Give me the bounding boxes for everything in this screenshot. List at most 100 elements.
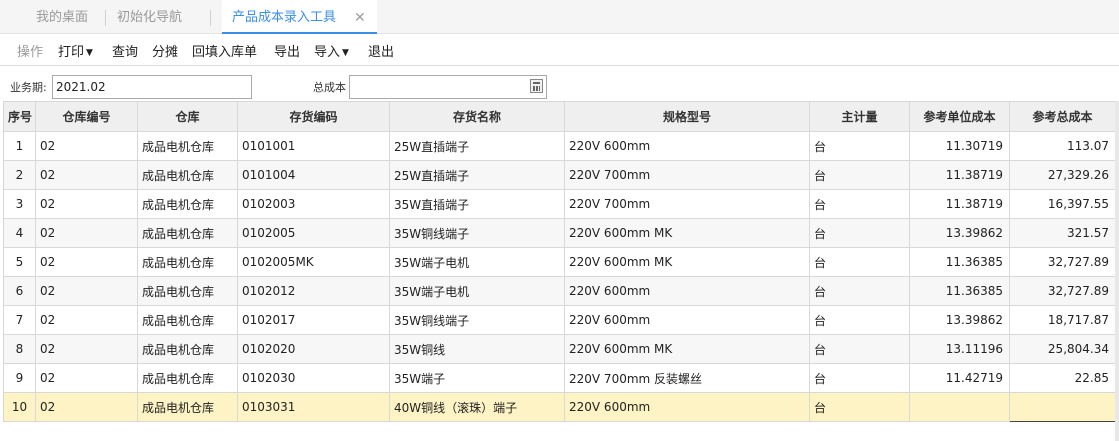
- col-header-unit[interactable]: 主计量: [809, 101, 910, 132]
- cell-total-cost[interactable]: 321.57: [1009, 218, 1116, 248]
- vertical-scrollbar[interactable]: [1115, 101, 1119, 441]
- col-header-spec[interactable]: 规格型号: [564, 101, 810, 132]
- cell-unit-cost[interactable]: 13.11196: [909, 334, 1010, 364]
- cell-warehouse-no: 02: [35, 334, 138, 364]
- cell-warehouse-no: 02: [35, 276, 138, 306]
- allocate-button[interactable]: 分摊: [152, 41, 178, 60]
- operate-button: 操作: [17, 45, 44, 60]
- tab-cost-entry-tool[interactable]: 产品成本录入工具 ✕: [222, 0, 377, 36]
- close-icon[interactable]: ✕: [354, 0, 366, 36]
- cell-total-cost[interactable]: 18,717.87: [1009, 305, 1116, 335]
- cell-warehouse-no: 02: [35, 189, 138, 219]
- table-row[interactable]: 4 02 成品电机仓库 0102005 35W铜线端子 220V 600mm M…: [3, 218, 1116, 248]
- cell-seq: 9: [3, 363, 36, 393]
- col-header-total-cost[interactable]: 参考总成本: [1009, 101, 1116, 132]
- cell-item-name: 35W铜线端子: [389, 218, 565, 248]
- table-row-selected[interactable]: 10 02 成品电机仓库 0103031 40W铜线（滚珠）端子 220V 60…: [3, 392, 1116, 422]
- table-row[interactable]: 3 02 成品电机仓库 0102003 35W直插端子 220V 700mm 台…: [3, 189, 1116, 219]
- table-row[interactable]: 6 02 成品电机仓库 0102012 35W端子电机 220V 600mm 台…: [3, 276, 1116, 306]
- calculator-icon[interactable]: [530, 79, 543, 93]
- cell-seq: 6: [3, 276, 36, 306]
- period-input[interactable]: [52, 75, 252, 99]
- cell-unit: 台: [809, 392, 910, 422]
- cell-total-cost[interactable]: 27,329.26: [1009, 160, 1116, 190]
- tab-divider: [105, 10, 106, 26]
- cell-unit-cost[interactable]: 11.38719: [909, 160, 1010, 190]
- query-button[interactable]: 查询: [112, 41, 138, 60]
- chevron-down-icon: ▼: [342, 48, 349, 58]
- exit-button[interactable]: 退出: [368, 41, 394, 60]
- cell-warehouse-no: 02: [35, 363, 138, 393]
- cell-unit: 台: [809, 189, 910, 219]
- table-row[interactable]: 1 02 成品电机仓库 0101001 25W直插端子 220V 600mm 台…: [3, 131, 1116, 161]
- cell-warehouse: 成品电机仓库: [137, 247, 238, 277]
- cell-item-code: 0102020: [237, 334, 390, 364]
- col-header-warehouse[interactable]: 仓库: [137, 101, 238, 132]
- tab-my-desktop[interactable]: 我的桌面: [36, 0, 88, 33]
- cell-item-code: 0102030: [237, 363, 390, 393]
- cell-unit-cost[interactable]: 11.38719: [909, 189, 1010, 219]
- cell-item-name: 35W端子: [389, 363, 565, 393]
- cell-spec: 220V 600mm MK: [564, 247, 810, 277]
- cell-warehouse: 成品电机仓库: [137, 131, 238, 161]
- table-row[interactable]: 5 02 成品电机仓库 0102005MK 35W端子电机 220V 600mm…: [3, 247, 1116, 277]
- import-label: 导入: [314, 45, 341, 60]
- cell-unit: 台: [809, 160, 910, 190]
- col-header-item-code[interactable]: 存货编码: [237, 101, 390, 132]
- cell-warehouse: 成品电机仓库: [137, 218, 238, 248]
- cell-item-name: 35W端子电机: [389, 247, 565, 277]
- cell-total-cost[interactable]: 22.85: [1009, 363, 1116, 393]
- cell-unit-cost[interactable]: 11.36385: [909, 247, 1010, 277]
- backfill-receipt-button[interactable]: 回填入库单: [192, 41, 257, 60]
- total-cost-input[interactable]: [349, 75, 547, 99]
- cell-spec: 220V 700mm: [564, 160, 810, 190]
- cell-unit-cost[interactable]: 13.39862: [909, 305, 1010, 335]
- cell-item-code: 0102003: [237, 189, 390, 219]
- cell-unit-cost[interactable]: 11.30719: [909, 131, 1010, 161]
- cell-seq: 8: [3, 334, 36, 364]
- cell-item-code: 0102005MK: [237, 247, 390, 277]
- cell-total-cost[interactable]: 16,397.55: [1009, 189, 1116, 219]
- print-button[interactable]: 打印 ▼: [58, 41, 93, 60]
- cell-item-code: 0102012: [237, 276, 390, 306]
- col-header-unit-cost[interactable]: 参考单位成本: [909, 101, 1010, 132]
- cell-total-cost[interactable]: 32,727.89: [1009, 247, 1116, 277]
- cell-warehouse-no: 02: [35, 160, 138, 190]
- cell-unit: 台: [809, 218, 910, 248]
- chevron-down-icon: ▼: [86, 48, 93, 58]
- tab-init-guide[interactable]: 初始化导航: [117, 0, 182, 33]
- cell-unit: 台: [809, 131, 910, 161]
- import-button[interactable]: 导入 ▼: [314, 41, 349, 60]
- cell-total-cost[interactable]: 113.07: [1009, 131, 1116, 161]
- col-header-seq[interactable]: 序号: [3, 101, 36, 132]
- col-header-item-name[interactable]: 存货名称: [389, 101, 565, 132]
- col-header-warehouse-no[interactable]: 仓库编号: [35, 101, 138, 132]
- cell-item-name: 35W直插端子: [389, 189, 565, 219]
- export-button[interactable]: 导出: [274, 41, 300, 60]
- table-row[interactable]: 2 02 成品电机仓库 0101004 25W直插端子 220V 700mm 台…: [3, 160, 1116, 190]
- cell-item-code: 0103031: [237, 392, 390, 422]
- cell-seq: 3: [3, 189, 36, 219]
- table-row[interactable]: 7 02 成品电机仓库 0102017 35W铜线端子 220V 600mm 台…: [3, 305, 1116, 335]
- cell-unit-cost[interactable]: 13.39862: [909, 218, 1010, 248]
- cell-warehouse-no: 02: [35, 392, 138, 422]
- tab-bar: 我的桌面 初始化导航 产品成本录入工具 ✕: [0, 0, 1119, 34]
- cell-item-name: 25W直插端子: [389, 131, 565, 161]
- cell-total-cost-editing[interactable]: [1009, 392, 1116, 422]
- cell-warehouse-no: 02: [35, 131, 138, 161]
- cell-seq: 4: [3, 218, 36, 248]
- table-header-row: 序号 仓库编号 仓库 存货编码 存货名称 规格型号 主计量 参考单位成本 参考总…: [3, 101, 1116, 132]
- cell-item-name: 35W铜线端子: [389, 305, 565, 335]
- cell-total-cost[interactable]: 32,727.89: [1009, 276, 1116, 306]
- table-row[interactable]: 8 02 成品电机仓库 0102020 35W铜线 220V 600mm MK …: [3, 334, 1116, 364]
- total-cost-label: 总成本: [313, 81, 346, 94]
- cell-total-cost[interactable]: 25,804.34: [1009, 334, 1116, 364]
- cell-unit-cost[interactable]: 11.42719: [909, 363, 1010, 393]
- cell-unit-cost[interactable]: 11.36385: [909, 276, 1010, 306]
- cell-unit-cost[interactable]: [909, 392, 1010, 422]
- filter-row: 业务期: 总成本: [0, 66, 1119, 102]
- cell-unit: 台: [809, 363, 910, 393]
- table-row[interactable]: 9 02 成品电机仓库 0102030 35W端子 220V 700mm 反装螺…: [3, 363, 1116, 393]
- cell-seq: 5: [3, 247, 36, 277]
- cell-unit: 台: [809, 305, 910, 335]
